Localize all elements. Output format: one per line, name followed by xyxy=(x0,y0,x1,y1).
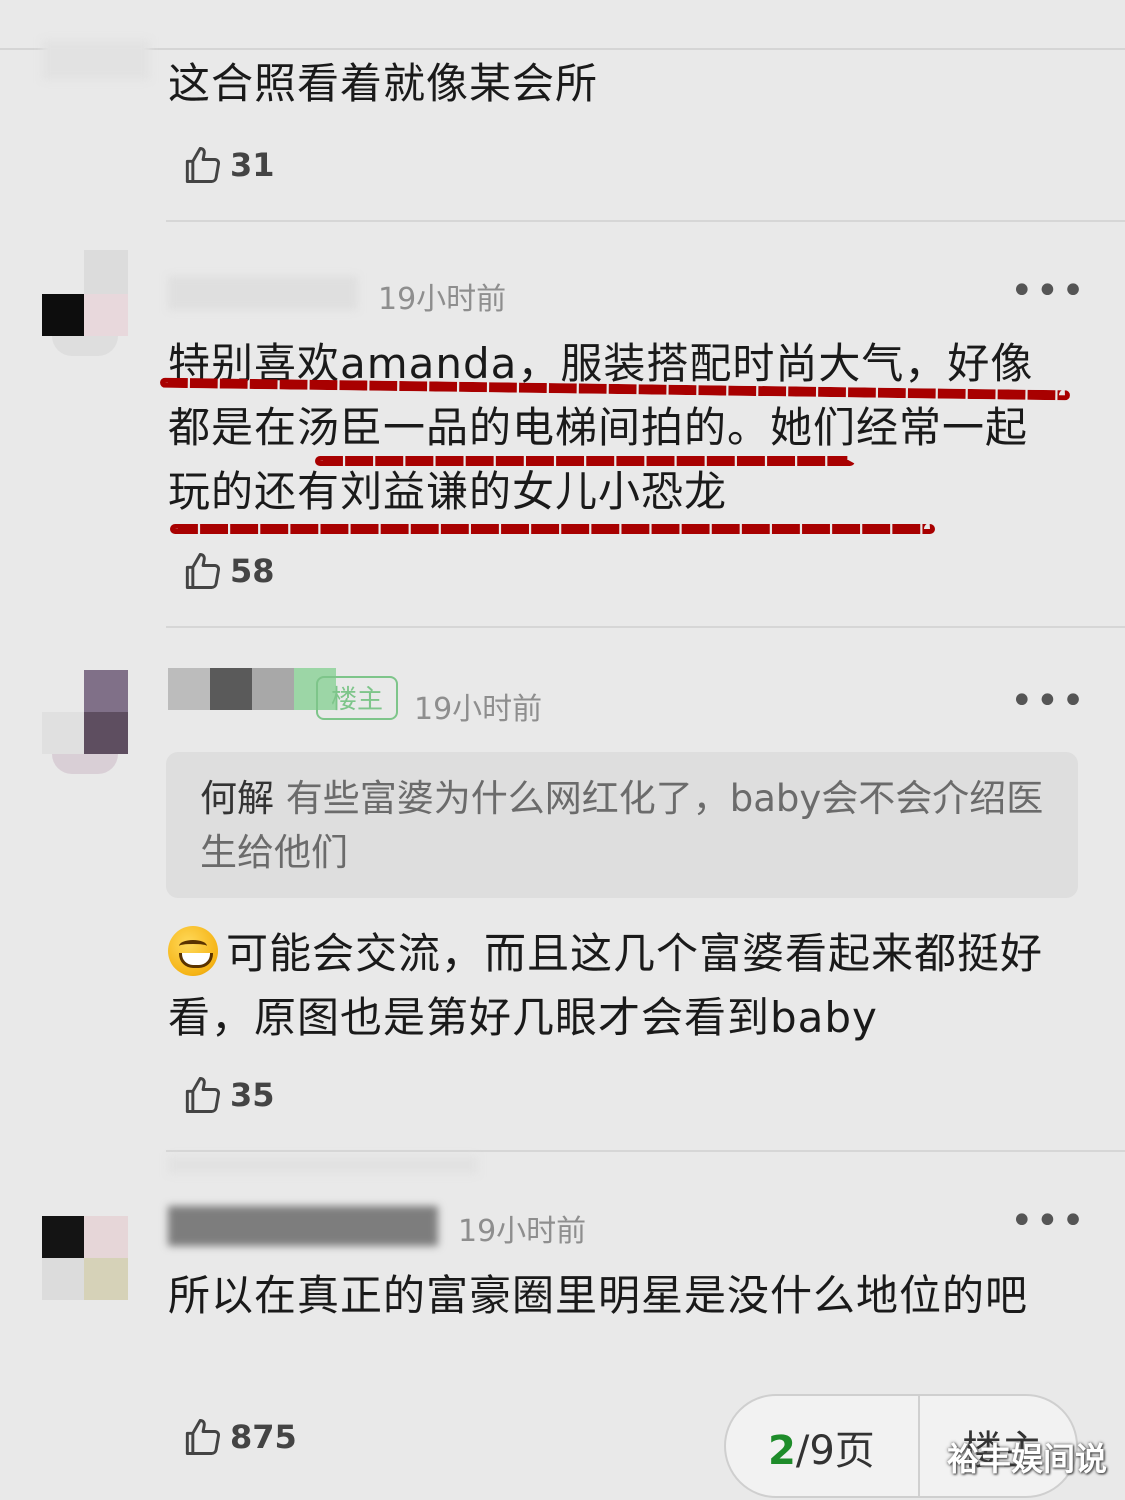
watermark: 裕丰娱间说 xyxy=(946,1440,1107,1478)
comment-text: 可能会交流，而且这几个富婆看起来都挺好看，原图也是第好几眼才会看到baby xyxy=(168,929,1044,1042)
quote-content: 何解 有些富婆为什么网红化了，baby会不会介绍医生给他们 xyxy=(200,772,1050,880)
like-button[interactable]: 35 xyxy=(180,1070,275,1120)
like-button[interactable]: 875 xyxy=(180,1412,297,1462)
quote-author: 何解 xyxy=(200,777,274,820)
like-button[interactable]: 31 xyxy=(180,140,275,190)
blurred-strip xyxy=(168,1156,478,1174)
like-count: 31 xyxy=(230,146,275,184)
comment-time: 19小时前 xyxy=(458,1214,587,1249)
quote-text: 有些富婆为什么网红化了，baby会不会介绍医生给他们 xyxy=(200,777,1044,874)
avatar-blurred xyxy=(42,40,150,80)
page-indicator[interactable]: 2/9页 xyxy=(768,1418,875,1476)
grinning-face-emoji xyxy=(168,926,218,976)
current-page: 2 xyxy=(768,1428,796,1474)
annotation-underline xyxy=(315,456,855,466)
avatar[interactable] xyxy=(42,1216,128,1324)
avatar[interactable] xyxy=(42,670,128,778)
like-button[interactable]: 58 xyxy=(180,546,275,596)
more-icon[interactable]: ••• xyxy=(1010,268,1087,314)
comment-divider xyxy=(166,626,1125,628)
like-count: 58 xyxy=(230,552,275,590)
tab-bar-divider xyxy=(0,48,1125,50)
like-count: 875 xyxy=(230,1418,297,1456)
username-blurred xyxy=(168,1206,438,1246)
thumbs-up-icon xyxy=(185,1419,220,1455)
owner-badge: 楼主 xyxy=(316,676,398,720)
pager-divider xyxy=(918,1396,920,1496)
comment-text: 特别喜欢amanda，服装搭配时尚大气，好像都是在汤臣一品的电梯间拍的。她们经常… xyxy=(168,339,1034,516)
thumbs-up-icon xyxy=(185,147,220,183)
page-unit: 页 xyxy=(834,1428,875,1474)
comment-divider xyxy=(166,1150,1125,1152)
more-icon[interactable]: ••• xyxy=(1010,678,1087,724)
comment-divider xyxy=(166,220,1125,222)
like-count: 35 xyxy=(230,1076,275,1114)
quoted-reply: 何解 有些富婆为什么网红化了，baby会不会介绍医生给他们 xyxy=(166,752,1078,898)
avatar[interactable] xyxy=(42,250,128,358)
username-blurred xyxy=(168,276,358,310)
annotation-underline xyxy=(170,524,935,534)
comment-time: 19小时前 xyxy=(414,692,543,727)
more-icon[interactable]: ••• xyxy=(1010,1198,1087,1244)
comment-text: 所以在真正的富豪圈里明星是没什么地位的吧 xyxy=(168,1271,1029,1320)
thumbs-up-icon xyxy=(185,553,220,589)
comment-body: 可能会交流，而且这几个富婆看起来都挺好看，原图也是第好几眼才会看到baby xyxy=(168,922,1068,1050)
comment-text: 这合照看着就像某会所 xyxy=(168,59,599,108)
thumbs-up-icon xyxy=(185,1077,220,1113)
comment-time: 19小时前 xyxy=(378,282,507,317)
total-pages: /9 xyxy=(795,1428,835,1474)
username-blurred xyxy=(168,668,336,712)
